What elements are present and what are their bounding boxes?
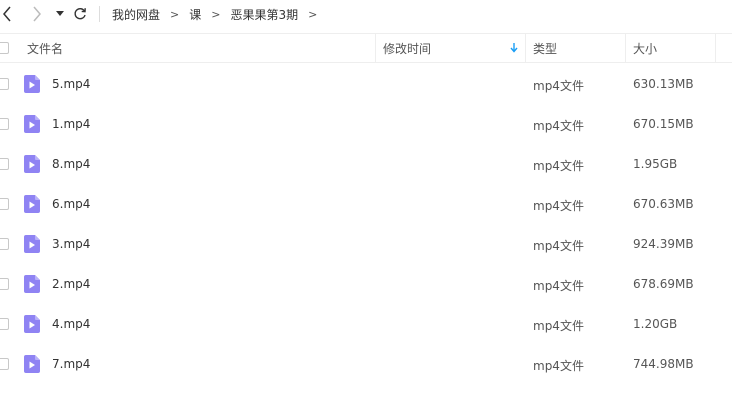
chevron-right-icon <box>33 6 41 22</box>
breadcrumb: 我的网盘 > 课 > 恶果果第3期 > <box>112 0 327 28</box>
video-file-icon <box>24 235 40 253</box>
column-header-size[interactable]: 大小 <box>633 34 713 62</box>
file-type: mp4文件 <box>533 159 584 173</box>
column-divider[interactable] <box>375 34 376 62</box>
file-size: 670.63MB <box>633 197 694 211</box>
chevron-left-icon <box>3 6 11 22</box>
file-size: 924.39MB <box>633 237 694 251</box>
file-type: mp4文件 <box>533 279 584 293</box>
toolbar: 我的网盘 > 课 > 恶果果第3期 > <box>0 0 732 29</box>
refresh-button[interactable] <box>71 3 89 25</box>
breadcrumb-separator: > <box>308 7 318 21</box>
breadcrumb-item-current-folder[interactable]: 恶果果第3期 <box>230 6 298 23</box>
file-size: 670.15MB <box>633 117 694 131</box>
file-name[interactable]: 8.mp4 <box>52 157 90 171</box>
file-name[interactable]: 1.mp4 <box>52 117 90 131</box>
file-row[interactable]: 6.mp4 mp4文件 670.63MB <box>0 184 732 224</box>
file-row[interactable]: 4.mp4 mp4文件 1.20GB <box>0 304 732 344</box>
video-file-icon <box>24 315 40 333</box>
file-name[interactable]: 6.mp4 <box>52 197 90 211</box>
column-header-modified-label: 修改时间 <box>383 41 432 56</box>
file-list-header: 文件名 修改时间 类型 大小 <box>0 33 732 63</box>
arrow-down-icon <box>510 43 518 53</box>
file-type: mp4文件 <box>533 199 584 213</box>
column-divider[interactable] <box>525 34 526 62</box>
row-checkbox[interactable] <box>0 278 9 290</box>
caret-down-icon <box>56 11 64 16</box>
video-file-icon <box>24 195 40 213</box>
refresh-icon <box>74 8 86 20</box>
row-checkbox[interactable] <box>0 238 9 250</box>
file-row[interactable]: 8.mp4 mp4文件 1.95GB <box>0 144 732 184</box>
file-type: mp4文件 <box>533 359 584 373</box>
row-checkbox[interactable] <box>0 78 9 90</box>
forward-button[interactable] <box>30 3 44 25</box>
file-name[interactable]: 2.mp4 <box>52 277 90 291</box>
file-row[interactable]: 7.mp4 mp4文件 744.98MB <box>0 344 732 384</box>
row-checkbox[interactable] <box>0 198 9 210</box>
file-name[interactable]: 5.mp4 <box>52 77 90 91</box>
file-size: 1.20GB <box>633 317 678 331</box>
column-header-type[interactable]: 类型 <box>533 34 623 62</box>
column-header-name[interactable]: 文件名 <box>27 34 367 62</box>
file-size: 678.69MB <box>633 277 694 291</box>
row-checkbox[interactable] <box>0 358 9 370</box>
video-file-icon <box>24 75 40 93</box>
file-name[interactable]: 4.mp4 <box>52 317 90 331</box>
column-header-modified[interactable]: 修改时间 <box>383 34 523 62</box>
file-type: mp4文件 <box>533 119 584 133</box>
file-row[interactable]: 3.mp4 mp4文件 924.39MB <box>0 224 732 264</box>
select-all-checkbox[interactable] <box>0 42 9 54</box>
column-header-name-label: 文件名 <box>27 41 64 56</box>
breadcrumb-separator: > <box>211 7 221 21</box>
file-size: 630.13MB <box>633 77 694 91</box>
toolbar-divider <box>99 6 100 22</box>
row-checkbox[interactable] <box>0 318 9 330</box>
column-header-size-label: 大小 <box>633 41 658 56</box>
file-type: mp4文件 <box>533 79 584 93</box>
file-name[interactable]: 7.mp4 <box>52 357 90 371</box>
breadcrumb-item-course[interactable]: 课 <box>189 6 201 23</box>
history-dropdown-button[interactable] <box>54 3 66 25</box>
file-row[interactable]: 5.mp4 mp4文件 630.13MB <box>0 64 732 104</box>
file-row[interactable]: 2.mp4 mp4文件 678.69MB <box>0 264 732 304</box>
video-file-icon <box>24 155 40 173</box>
row-checkbox[interactable] <box>0 118 9 130</box>
column-header-type-label: 类型 <box>533 41 558 56</box>
column-divider[interactable] <box>715 34 716 62</box>
back-button[interactable] <box>0 3 14 25</box>
breadcrumb-item-my-drive[interactable]: 我的网盘 <box>112 6 160 23</box>
video-file-icon <box>24 355 40 373</box>
file-type: mp4文件 <box>533 239 584 253</box>
row-checkbox[interactable] <box>0 158 9 170</box>
column-divider[interactable] <box>625 34 626 62</box>
video-file-icon <box>24 115 40 133</box>
file-row[interactable]: 1.mp4 mp4文件 670.15MB <box>0 104 732 144</box>
file-size: 744.98MB <box>633 357 694 371</box>
file-size: 1.95GB <box>633 157 678 171</box>
file-type: mp4文件 <box>533 319 584 333</box>
video-file-icon <box>24 275 40 293</box>
breadcrumb-separator: > <box>170 7 180 21</box>
file-name[interactable]: 3.mp4 <box>52 237 90 251</box>
